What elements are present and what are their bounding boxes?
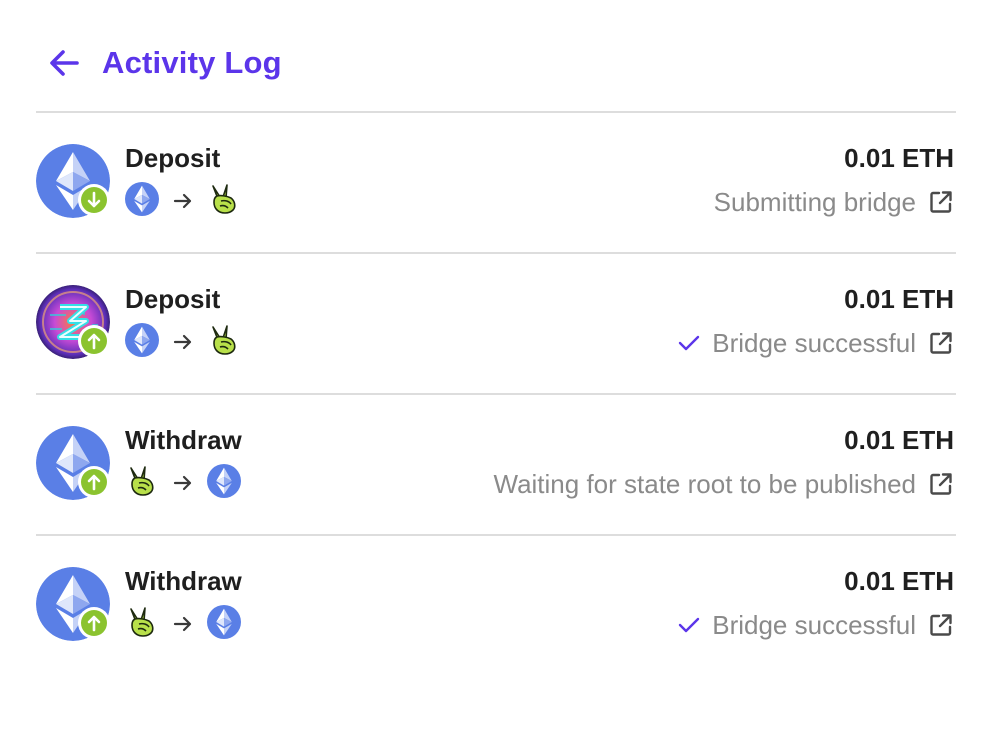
check-icon	[678, 334, 700, 352]
activity-type: Deposit	[125, 143, 221, 173]
arrow-right-icon	[173, 192, 193, 210]
arrow-up-icon	[81, 610, 107, 636]
external-link-icon[interactable]	[928, 330, 954, 356]
activity-row[interactable]: Deposit 0.01 ETH Bridge successful	[36, 253, 956, 392]
status-text: Bridge successful	[712, 327, 916, 358]
arrow-right-icon	[173, 615, 193, 633]
external-link-icon[interactable]	[928, 189, 954, 215]
ethereum-icon	[125, 181, 159, 221]
direction-badge	[78, 325, 110, 357]
token-avatar	[36, 426, 110, 500]
activity-type: Withdraw	[125, 425, 242, 455]
peace-hand-icon	[125, 605, 159, 644]
peace-hand-icon	[207, 182, 241, 221]
status: Submitting bridge	[714, 185, 954, 219]
activity-row[interactable]: Withdraw 0.01 ETH Bridge successful	[36, 535, 956, 674]
ethereum-icon	[207, 463, 241, 503]
status-text: Bridge successful	[712, 609, 916, 640]
activity-type: Deposit	[125, 284, 221, 314]
activity-row[interactable]: Deposit 0.01 ETH Submitting bridge	[36, 112, 956, 251]
peace-hand-icon	[125, 464, 159, 503]
arrow-up-icon	[81, 328, 107, 354]
external-link-icon[interactable]	[928, 471, 954, 497]
arrow-right-icon	[173, 333, 193, 351]
external-link-icon[interactable]	[928, 612, 954, 638]
amount: 0.01 ETH	[844, 284, 954, 314]
route	[125, 181, 241, 221]
activity-type: Withdraw	[125, 566, 242, 596]
direction-badge	[78, 184, 110, 216]
status-text: Waiting for state root to be published	[493, 468, 917, 499]
activity-log-page: Activity Log Deposit 0.01 ETH Submitting…	[0, 0, 992, 734]
amount: 0.01 ETH	[844, 425, 954, 455]
amount: 0.01 ETH	[844, 143, 954, 173]
amount: 0.01 ETH	[844, 566, 954, 596]
direction-badge	[78, 466, 110, 498]
route	[125, 322, 241, 362]
header: Activity Log	[36, 38, 956, 88]
status: Bridge successful	[678, 326, 954, 360]
token-avatar	[36, 285, 110, 359]
route	[125, 463, 241, 503]
ethereum-icon	[207, 604, 241, 644]
activity-row[interactable]: Withdraw 0.01 ETH Waiting for state root…	[36, 394, 956, 533]
arrow-left-icon	[50, 50, 79, 76]
status-text: Submitting bridge	[713, 186, 916, 217]
arrow-up-icon	[81, 469, 107, 495]
direction-badge	[78, 607, 110, 639]
ethereum-icon	[125, 322, 159, 362]
token-avatar	[36, 144, 110, 218]
page-title: Activity Log	[102, 45, 282, 80]
route	[125, 604, 241, 644]
peace-hand-icon	[207, 323, 241, 362]
arrow-down-icon	[81, 187, 107, 213]
token-avatar	[36, 567, 110, 641]
status: Bridge successful	[678, 608, 954, 642]
arrow-right-icon	[173, 474, 193, 492]
check-icon	[678, 616, 700, 634]
status: Waiting for state root to be published	[494, 467, 955, 501]
back-button[interactable]	[44, 43, 84, 83]
